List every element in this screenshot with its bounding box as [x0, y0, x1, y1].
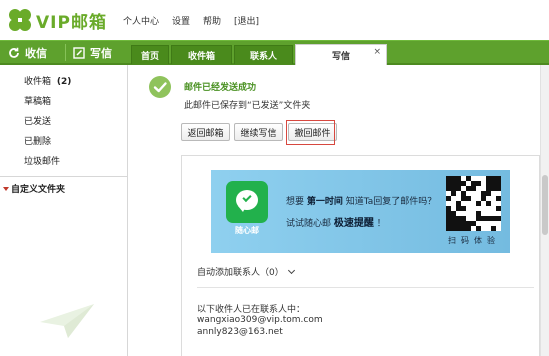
qr-module	[466, 196, 471, 201]
qr-code-icon	[446, 176, 501, 231]
nav-help[interactable]: 帮助	[203, 14, 221, 27]
tab-close-icon[interactable]: ×	[373, 47, 381, 57]
sidebar-item-inbox[interactable]: 收件箱 (2)	[24, 74, 71, 87]
qr-module	[451, 191, 456, 196]
qr-module	[476, 181, 481, 186]
auto-add-label: 自动添加联系人（0）	[197, 268, 284, 278]
edit-icon	[73, 46, 85, 59]
sidebar-item-label: 已发送	[24, 117, 52, 127]
custom-folder-toggle[interactable]: 自定义文件夹	[3, 182, 65, 195]
recall-highlight-box	[286, 120, 335, 145]
contact-email: annly823@163.net	[197, 327, 283, 337]
back-to-mailbox-button[interactable]: 返回邮箱	[181, 123, 230, 141]
custom-folder-label: 自定义文件夹	[11, 185, 66, 195]
tab-contacts[interactable]: 联系人	[234, 45, 293, 64]
tab-write-label: 写信	[331, 51, 350, 62]
qr-module	[476, 226, 481, 231]
sidebar-item-label: 草稿箱	[24, 97, 52, 107]
app-tile	[226, 181, 268, 223]
tab-inbox-label: 收件箱	[187, 51, 215, 62]
qr-module	[471, 186, 476, 191]
nav-personal-center[interactable]: 个人中心	[123, 14, 159, 27]
tab-inbox[interactable]: 收件箱	[171, 45, 232, 64]
sidebar-divider	[0, 176, 127, 177]
result-card: 随心邮 想要 第一时间 知道Ta回复了邮件吗？ 试试随心邮 极速提醒 ！ 扫码体…	[181, 155, 540, 356]
qr-module	[476, 201, 481, 206]
sidebar-item-sent[interactable]: 已发送	[24, 114, 51, 127]
top-nav: 个人中心 设置 帮助 [退出]	[123, 14, 259, 27]
toolbar-separator	[65, 44, 66, 61]
qr-module	[496, 216, 501, 221]
existing-contacts-label: 以下收件人已在联系人中：	[197, 305, 306, 315]
banner-line1-suffix: 知道Ta回复了邮件吗？	[345, 197, 437, 207]
main-content: 邮件已经发送成功 此邮件已保存到“已发送”文件夹 返回邮箱 继续写信 撤回邮件 …	[129, 65, 549, 356]
sidebar: 收件箱 (2) 草稿箱 已发送 已删除 垃圾邮件 自定义文件夹	[0, 65, 128, 356]
sidebar-item-spam[interactable]: 垃圾邮件	[24, 154, 60, 167]
paper-plane-icon	[40, 304, 94, 338]
logo[interactable]: VIP邮箱	[6, 6, 116, 36]
contact-email: wangxiao309@vip.tom.com	[197, 315, 323, 325]
scroll-thumb[interactable]	[542, 175, 548, 235]
compose-button[interactable]: 写信	[73, 41, 112, 64]
sidebar-item-label: 已删除	[24, 137, 52, 147]
banner-line2-suffix: ！	[376, 219, 386, 229]
saved-note: 此邮件已保存到“已发送”文件夹	[184, 101, 311, 111]
banner-subline: 试试随心邮 极速提醒 ！	[286, 214, 386, 229]
banner-line1-bold: 第一时间	[306, 197, 343, 207]
header: VIP邮箱 个人中心 设置 帮助 [退出]	[0, 0, 549, 40]
triangle-down-icon	[3, 186, 9, 191]
tab-home-label: 首页	[140, 51, 159, 62]
auto-add-contacts-toggle[interactable]: 自动添加联系人（0）	[197, 265, 295, 278]
receive-label: 收信	[25, 46, 47, 60]
chevron-down-icon	[287, 266, 295, 274]
banner-line2-prefix: 试试随心邮	[286, 219, 332, 229]
refresh-icon	[9, 47, 19, 58]
banner-line1-prefix: 想要	[286, 197, 305, 207]
nav-settings[interactable]: 设置	[172, 14, 190, 27]
qr-module	[491, 226, 496, 231]
sidebar-item-deleted[interactable]: 已删除	[24, 134, 51, 147]
qr-module	[461, 206, 466, 211]
sidebar-item-label: 垃圾邮件	[24, 157, 61, 167]
qr-module	[486, 201, 491, 206]
card-divider	[197, 287, 534, 288]
receive-button[interactable]: 收信	[8, 41, 47, 64]
sidebar-item-drafts[interactable]: 草稿箱	[24, 94, 51, 107]
clover-logo-icon	[9, 9, 31, 31]
compose-label: 写信	[90, 46, 112, 60]
tab-home[interactable]: 首页	[131, 45, 169, 64]
continue-writing-button[interactable]: 继续写信	[234, 123, 283, 141]
tab-contacts-label: 联系人	[249, 51, 277, 62]
success-check-icon	[149, 76, 171, 98]
scrollbar[interactable]	[540, 65, 549, 356]
sidebar-item-label: 收件箱	[24, 77, 52, 87]
app-name: 随心邮	[235, 226, 259, 235]
banner-headline: 想要 第一时间 知道Ta回复了邮件吗？	[286, 194, 436, 207]
unread-count: (2)	[56, 77, 72, 87]
qr-module	[446, 196, 451, 201]
nav-logout[interactable]: [退出]	[234, 14, 259, 27]
chat-bubble-tail	[238, 206, 246, 212]
qr-module	[466, 226, 471, 231]
qr-module	[496, 196, 501, 201]
promo-banner[interactable]: 随心邮 想要 第一时间 知道Ta回复了邮件吗？ 试试随心邮 极速提醒 ！ 扫码体…	[211, 170, 510, 253]
success-title: 邮件已经发送成功	[184, 83, 257, 93]
tab-write[interactable]: 写信 ×	[295, 44, 387, 65]
qr-module	[496, 206, 501, 211]
qr-module	[486, 191, 491, 196]
qr-module	[496, 186, 501, 191]
banner-line2-bold: 极速提醒	[333, 218, 374, 229]
qr-label: 扫码体验	[448, 236, 500, 245]
toolbar: 收信 写信 首页 收件箱 联系人 写信 ×	[0, 40, 549, 65]
logo-text: VIP邮箱	[36, 13, 107, 33]
